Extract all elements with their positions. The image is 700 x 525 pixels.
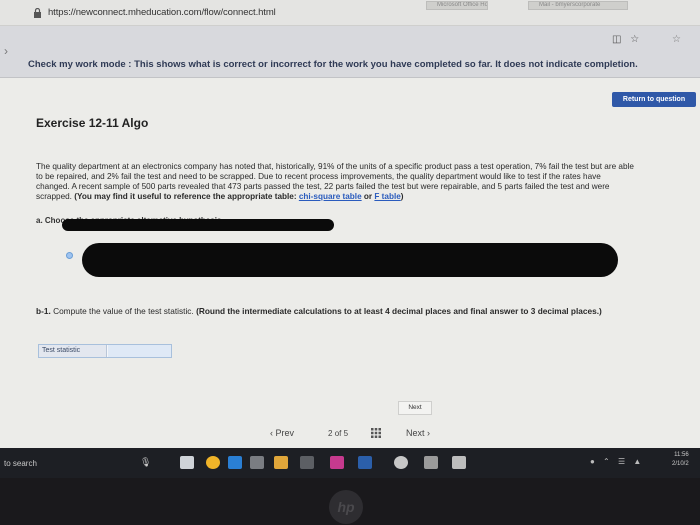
system-tray[interactable]: ● ⌃ ☰ ▲ xyxy=(590,457,644,466)
clock[interactable]: 11:56 2/10/2 xyxy=(672,451,689,469)
check-mode-banner: ◫ ☆ ☆ Check my work mode : This shows wh… xyxy=(0,26,700,78)
pagination: ‹ Prev 2 of 5 Next › xyxy=(0,424,700,448)
chrome-icon[interactable] xyxy=(206,456,220,469)
return-to-question-button[interactable]: Return to question xyxy=(612,92,696,107)
of-text: of xyxy=(334,429,342,438)
hp-logo: hp xyxy=(329,490,363,524)
test-statistic-label: Test statistic xyxy=(39,345,107,357)
dropbox-icon[interactable] xyxy=(424,456,438,469)
current-page: 2 xyxy=(328,429,333,438)
next-button[interactable]: Next xyxy=(398,401,432,415)
task-view-icon[interactable] xyxy=(180,456,194,469)
next-label: Next xyxy=(406,428,425,438)
microphone-icon[interactable]: 🎙 xyxy=(140,457,151,468)
chevron-left-icon: ‹ xyxy=(270,428,273,438)
edge-icon[interactable] xyxy=(228,456,242,469)
total-pages: 5 xyxy=(343,429,349,438)
app-icon[interactable] xyxy=(394,456,408,469)
store-icon[interactable] xyxy=(300,456,314,469)
redaction-bar xyxy=(82,243,618,277)
page-indicator: 2 of 5 xyxy=(328,429,348,438)
file-explorer-icon[interactable] xyxy=(274,456,288,469)
screen: https://newconnect.mheducation.com/flow/… xyxy=(0,0,700,525)
taskbar-search[interactable]: to search xyxy=(4,459,37,468)
prev-label: Prev xyxy=(275,428,295,438)
chevron-left-icon[interactable]: › xyxy=(4,44,8,58)
part-b-instructions: (Round the intermediate calculations to … xyxy=(196,306,602,316)
prev-button[interactable]: ‹ Prev xyxy=(270,428,294,438)
lock-icon xyxy=(34,8,41,18)
test-statistic-input[interactable] xyxy=(108,345,171,357)
exercise-title: Exercise 12-11 Algo xyxy=(36,116,149,130)
close-paren: ) xyxy=(400,192,404,201)
chevron-right-icon: › xyxy=(427,428,431,438)
problem-text-block: The quality department at an electronics… xyxy=(36,162,636,202)
grid-icon[interactable] xyxy=(371,428,381,438)
banner-icons: ◫ ☆ xyxy=(612,34,645,45)
clock-time: 11:56 xyxy=(674,452,689,458)
bookmark-star-icon[interactable]: ☆ xyxy=(672,34,681,45)
window-icon[interactable]: ◫ xyxy=(612,34,621,45)
word-icon[interactable] xyxy=(358,456,372,469)
favorites-tabs: Microsoft Office Home Mail - bmyerscorpo… xyxy=(400,0,700,12)
part-b-question: b-1. Compute the value of the test stati… xyxy=(36,306,636,316)
url-text[interactable]: https://newconnect.mheducation.com/flow/… xyxy=(48,7,276,18)
chi-square-table-link[interactable]: chi-square table xyxy=(299,192,362,201)
reference-note: (You may find it useful to reference the… xyxy=(74,192,297,201)
browser-address-bar: https://newconnect.mheducation.com/flow/… xyxy=(0,0,700,26)
taskbar: to search 🎙 ● ⌃ ☰ ▲ 11:56 2/10/2 xyxy=(0,448,700,478)
test-statistic-row: Test statistic xyxy=(38,344,172,358)
calculator-icon[interactable] xyxy=(452,456,466,469)
amazon-icon[interactable] xyxy=(250,456,264,469)
fav-tab-office[interactable]: Microsoft Office Home xyxy=(426,1,488,10)
redaction-bar xyxy=(62,219,334,231)
clock-date: 2/10/2 xyxy=(672,461,689,467)
fav-tab-mail[interactable]: Mail - bmyerscorporate xyxy=(528,1,628,10)
star-icon[interactable]: ☆ xyxy=(630,34,639,45)
part-b-label: b-1. xyxy=(36,306,51,316)
next-page-button[interactable]: Next › xyxy=(406,428,430,438)
main-content: Return to question Exercise 12-11 Algo T… xyxy=(0,78,700,448)
app-icon[interactable] xyxy=(330,456,344,469)
answer-radio[interactable] xyxy=(66,252,73,259)
or-text: or xyxy=(363,192,373,201)
part-b-text: Compute the value of the test statistic. xyxy=(53,306,194,316)
banner-text: Check my work mode : This shows what is … xyxy=(28,59,638,70)
f-table-link[interactable]: F table xyxy=(374,192,400,201)
